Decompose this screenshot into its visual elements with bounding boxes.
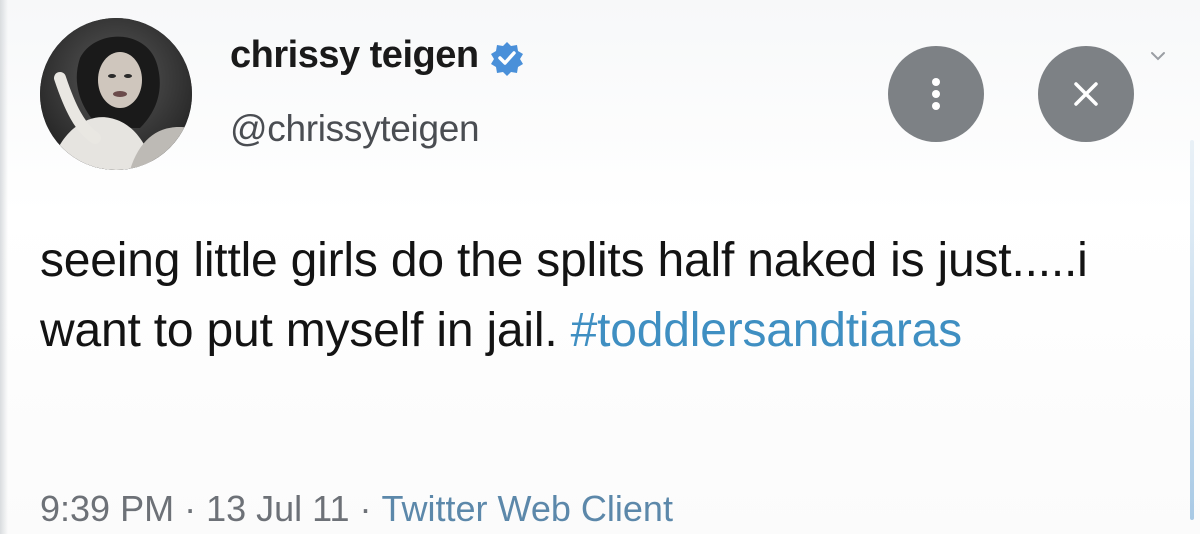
close-icon	[1074, 82, 1098, 106]
verified-badge-icon	[489, 40, 525, 76]
left-edge-shadow	[0, 0, 8, 534]
more-vertical-icon	[932, 78, 940, 110]
tweet-date[interactable]: 13 Jul 11	[206, 488, 349, 530]
user-name[interactable]: chrissy teigen	[230, 34, 479, 77]
tweet-meta: 9:39 PM · 13 Jul 11 · Twitter Web Client	[40, 488, 673, 530]
chevron-down-icon[interactable]	[1150, 48, 1166, 64]
scroll-accent	[1190, 140, 1194, 520]
tweet-source-link[interactable]: Twitter Web Client	[382, 488, 673, 530]
tweet-time[interactable]: 9:39 PM	[40, 488, 174, 530]
user-handle[interactable]: @chrissyteigen	[230, 108, 480, 150]
user-name-row: chrissy teigen	[230, 34, 525, 77]
tweet-card: chrissy teigen @chrissyteigen seeing lit…	[0, 0, 1200, 534]
more-options-button[interactable]	[888, 46, 984, 142]
meta-separator: ·	[359, 488, 372, 529]
close-button[interactable]	[1038, 46, 1134, 142]
meta-separator: ·	[184, 488, 197, 529]
tweet-text: seeing little girls do the splits half n…	[40, 226, 1170, 366]
hashtag-link[interactable]: #toddlersandtiaras	[571, 304, 963, 357]
avatar[interactable]	[40, 18, 192, 170]
avatar-image	[40, 18, 192, 170]
